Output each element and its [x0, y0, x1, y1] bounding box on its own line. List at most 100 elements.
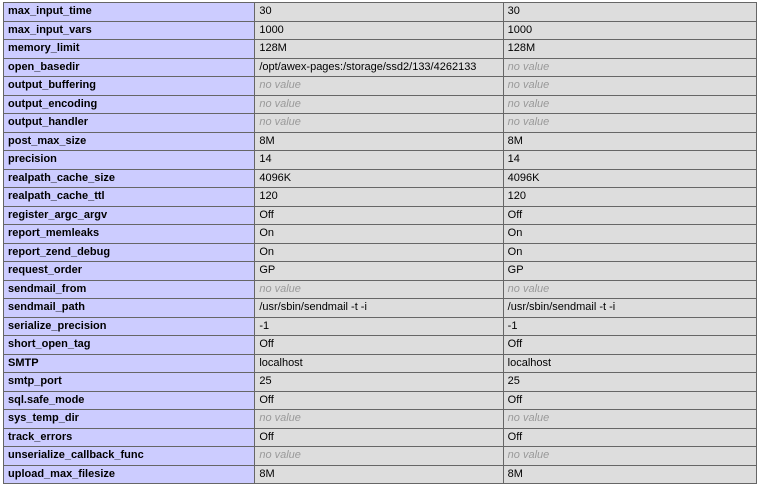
master-value: 120 [502, 187, 758, 207]
table-row: report_zend_debug On On [2, 242, 758, 262]
table-row: max_input_time 30 30 [2, 2, 758, 22]
local-value: /opt/awex-pages:/storage/ssd2/133/426213… [254, 57, 504, 77]
local-value: Off [254, 427, 504, 447]
master-value: On [502, 242, 758, 262]
local-value: On [254, 242, 504, 262]
local-value: GP [254, 261, 504, 281]
table-row: output_encoding no value no value [2, 94, 758, 114]
local-value: Off [254, 335, 504, 355]
local-value: Off [254, 205, 504, 225]
local-value: localhost [254, 353, 504, 373]
local-value: no value [254, 409, 504, 429]
table-row: sql.safe_mode Off Off [2, 390, 758, 410]
table-row: smtp_port 25 25 [2, 372, 758, 392]
table-row: open_basedir/opt/awex-pages:/storage/ssd… [2, 57, 758, 77]
directive-name: sql.safe_mode [2, 390, 256, 410]
directive-name: SMTP [2, 353, 256, 373]
table-row: register_argc_argv Off Off [2, 205, 758, 225]
local-value: Off [254, 390, 504, 410]
directive-name: serialize_precision [2, 316, 256, 336]
directive-name: unserialize_callback_func [2, 446, 256, 466]
directive-name: register_argc_argv [2, 205, 256, 225]
local-value: 30 [254, 2, 504, 22]
master-value: Off [502, 335, 758, 355]
master-value: Off [502, 427, 758, 447]
local-value: no value [254, 76, 504, 96]
master-value: 1000 [502, 20, 758, 40]
table-row: request_order GP GP [2, 261, 758, 281]
directive-name: output_encoding [2, 94, 256, 114]
table-row: sendmail_path/usr/sbin/sendmail -t -i/us… [2, 298, 758, 318]
local-value: 120 [254, 187, 504, 207]
master-value: 30 [502, 2, 758, 22]
master-value: 8M [502, 131, 758, 151]
table-row: SMTP localhost localhost [2, 353, 758, 373]
directive-name: max_input_time [2, 2, 256, 22]
directive-name: memory_limit [2, 39, 256, 59]
local-value: 4096K [254, 168, 504, 188]
local-value: no value [254, 279, 504, 299]
table-row: track_errors Off Off [2, 427, 758, 447]
local-value: 1000 [254, 20, 504, 40]
directive-name: sendmail_from [2, 279, 256, 299]
phpinfo-page: max_input_time 30 30 max_input_vars 1000 1000… [0, 0, 760, 489]
table-row: output_buffering no value no value [2, 76, 758, 96]
config-table-body: max_input_time 30 30 max_input_vars 1000 1000… [2, 2, 758, 484]
master-value: Off [502, 390, 758, 410]
local-value: 14 [254, 150, 504, 170]
directive-name: sendmail_path [2, 298, 256, 318]
master-value: no value [502, 279, 758, 299]
directive-name: report_zend_debug [2, 242, 256, 262]
master-value: 4096K [502, 168, 758, 188]
table-row: sendmail_from no value no value [2, 279, 758, 299]
master-value: no value [502, 76, 758, 96]
local-value: 25 [254, 372, 504, 392]
master-value: 25 [502, 372, 758, 392]
table-row: upload_max_filesize 8M 8M [2, 464, 758, 484]
table-row: sys_temp_dir no value no value [2, 409, 758, 429]
master-value: /usr/sbin/sendmail -t -i [502, 298, 758, 318]
master-value: 8M [502, 464, 758, 484]
master-value: no value [502, 57, 758, 77]
master-value: 14 [502, 150, 758, 170]
local-value: On [254, 224, 504, 244]
directive-name: realpath_cache_size [2, 168, 256, 188]
table-row: report_memleaks On On [2, 224, 758, 244]
table-row: post_max_size 8M 8M [2, 131, 758, 151]
local-value: no value [254, 446, 504, 466]
master-value: no value [502, 409, 758, 429]
master-value: 128M [502, 39, 758, 59]
master-value: On [502, 224, 758, 244]
master-value: Off [502, 205, 758, 225]
directive-name: precision [2, 150, 256, 170]
directive-name: output_buffering [2, 76, 256, 96]
local-value: 8M [254, 464, 504, 484]
directive-name: track_errors [2, 427, 256, 447]
master-value: no value [502, 446, 758, 466]
directive-name: sys_temp_dir [2, 409, 256, 429]
master-value: -1 [502, 316, 758, 336]
directive-name: short_open_tag [2, 335, 256, 355]
table-row: realpath_cache_size 4096K 4096K [2, 168, 758, 188]
table-row: short_open_tag Off Off [2, 335, 758, 355]
master-value: no value [502, 94, 758, 114]
master-value: GP [502, 261, 758, 281]
table-row: serialize_precision -1 -1 [2, 316, 758, 336]
directive-name: report_memleaks [2, 224, 256, 244]
php-core-config-table: max_input_time 30 30 max_input_vars 1000 1000… [2, 2, 758, 484]
directive-name: max_input_vars [2, 20, 256, 40]
local-value: -1 [254, 316, 504, 336]
directive-name: open_basedir [2, 57, 256, 77]
directive-name: upload_max_filesize [2, 464, 256, 484]
local-value: /usr/sbin/sendmail -t -i [254, 298, 504, 318]
table-row: realpath_cache_ttl 120 120 [2, 187, 758, 207]
local-value: 128M [254, 39, 504, 59]
directive-name: output_handler [2, 113, 256, 133]
table-row: unserialize_callback_func no value no valu… [2, 446, 758, 466]
local-value: no value [254, 94, 504, 114]
table-row: precision 14 14 [2, 150, 758, 170]
table-row: memory_limit 128M 128M [2, 39, 758, 59]
directive-name: post_max_size [2, 131, 256, 151]
master-value: localhost [502, 353, 758, 373]
directive-name: smtp_port [2, 372, 256, 392]
